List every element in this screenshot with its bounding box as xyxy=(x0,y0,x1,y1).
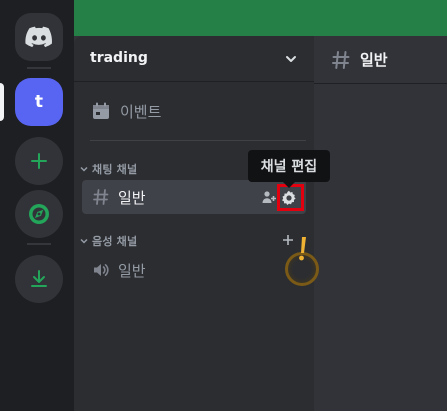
channel-label: 일반 xyxy=(118,188,146,207)
category-label: 음성 채널 xyxy=(92,235,138,248)
chevron-down-icon xyxy=(286,56,296,62)
highlight-box xyxy=(277,184,304,211)
speaker-icon xyxy=(90,259,112,281)
download-apps-button[interactable] xyxy=(15,255,63,303)
edit-channel-tooltip: 채널 편집 xyxy=(248,150,330,188)
explore-servers-button[interactable] xyxy=(15,190,63,238)
exclamation-icon xyxy=(299,237,306,261)
server-header[interactable]: trading xyxy=(74,36,314,82)
create-channel-plus-icon[interactable] xyxy=(280,232,296,248)
server-button-trading[interactable]: t xyxy=(15,78,63,126)
chevron-down-icon xyxy=(78,236,90,246)
download-icon xyxy=(31,270,47,287)
rail-separator xyxy=(27,67,51,69)
chat-header: 일반 xyxy=(314,36,447,84)
tooltip-text: 채널 편집 xyxy=(260,159,318,175)
rail-separator xyxy=(27,243,51,245)
server-initial: t xyxy=(34,92,44,112)
channel-sidebar: trading 이벤트 채팅 채널 일반 음성 채널 일반 xyxy=(74,36,314,411)
channel-voice-general[interactable]: 일반 xyxy=(82,253,306,287)
calendar-icon xyxy=(90,100,112,122)
plus-icon xyxy=(31,153,47,169)
discord-logo-icon xyxy=(25,26,53,48)
hashtag-icon xyxy=(330,49,352,71)
home-button[interactable] xyxy=(15,13,63,61)
add-server-button[interactable] xyxy=(15,137,63,185)
events-item[interactable]: 이벤트 xyxy=(82,92,306,130)
category-text-channels[interactable]: 채팅 채널 xyxy=(74,160,137,178)
hashtag-icon xyxy=(90,186,112,208)
chevron-down-icon xyxy=(78,164,90,174)
category-voice-channels[interactable]: 음성 채널 xyxy=(74,232,137,250)
channel-label: 일반 xyxy=(118,261,146,280)
selected-server-pill xyxy=(0,83,4,121)
events-label: 이벤트 xyxy=(120,102,162,121)
chat-channel-name: 일반 xyxy=(360,51,388,69)
server-name: trading xyxy=(90,50,148,66)
category-label: 채팅 채널 xyxy=(92,163,138,176)
create-invite-icon[interactable] xyxy=(262,189,276,208)
divider xyxy=(90,140,306,141)
server-rail: t xyxy=(0,0,74,411)
compass-icon xyxy=(29,204,49,224)
